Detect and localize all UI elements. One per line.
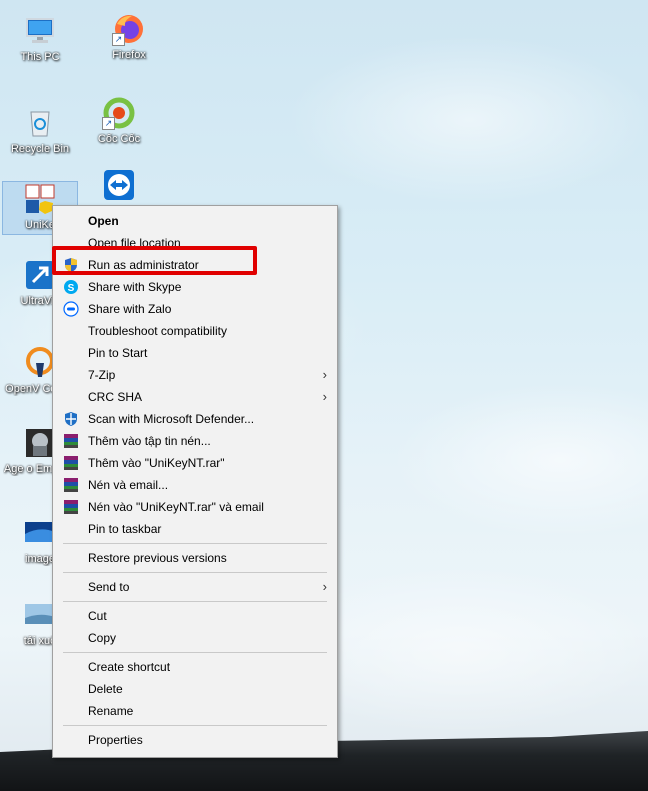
menu-item-label: Pin to Start bbox=[88, 346, 148, 360]
desktop-icon-label: Recycle Bin bbox=[10, 143, 70, 155]
menu-item-run-as-administrator[interactable]: Run as administrator bbox=[53, 254, 337, 276]
coc-coc-icon: ↗ bbox=[102, 96, 136, 130]
menu-item-label: Nén và email... bbox=[88, 478, 169, 492]
menu-item-label: CRC SHA bbox=[88, 390, 143, 404]
menu-item-troubleshoot-compatibility[interactable]: Troubleshoot compatibility bbox=[53, 320, 337, 342]
svg-text:S: S bbox=[68, 283, 75, 294]
defender-icon bbox=[63, 411, 79, 427]
desktop-icon-label: Cốc Cốc bbox=[97, 133, 141, 145]
menu-item-winrar-compress-rar-email[interactable]: Nén vào "UniKeyNT.rar" và email bbox=[53, 496, 337, 518]
uac-shield-icon bbox=[63, 257, 79, 273]
menu-item-label: Cut bbox=[88, 609, 107, 623]
menu-item-label: Rename bbox=[88, 704, 134, 718]
teamviewer-icon bbox=[102, 168, 136, 202]
menu-item-crc-sha[interactable]: CRC SHA › bbox=[53, 386, 337, 408]
menu-item-label: Troubleshoot compatibility bbox=[88, 324, 227, 338]
menu-item-label: Send to bbox=[88, 580, 130, 594]
menu-item-share-with-skype[interactable]: S Share with Skype bbox=[53, 276, 337, 298]
menu-item-cut[interactable]: Cut bbox=[53, 605, 337, 627]
menu-item-create-shortcut[interactable]: Create shortcut bbox=[53, 656, 337, 678]
menu-item-restore-previous-versions[interactable]: Restore previous versions bbox=[53, 547, 337, 569]
skype-icon: S bbox=[63, 279, 79, 295]
chevron-right-icon: › bbox=[322, 389, 327, 404]
menu-item-label: Pin to taskbar bbox=[88, 522, 162, 536]
menu-item-label: Create shortcut bbox=[88, 660, 171, 674]
winrar-icon bbox=[63, 477, 79, 493]
menu-separator bbox=[63, 652, 327, 653]
menu-item-label: Run as administrator bbox=[88, 258, 199, 272]
menu-item-delete[interactable]: Delete bbox=[53, 678, 337, 700]
desktop-icon-this-pc[interactable]: This PC bbox=[3, 14, 77, 64]
menu-item-pin-to-start[interactable]: Pin to Start bbox=[53, 342, 337, 364]
computer-icon bbox=[23, 14, 57, 48]
menu-item-properties[interactable]: Properties bbox=[53, 729, 337, 751]
menu-item-label: Copy bbox=[88, 631, 117, 645]
menu-item-open-file-location[interactable]: Open file location bbox=[53, 232, 337, 254]
menu-item-copy[interactable]: Copy bbox=[53, 627, 337, 649]
chevron-right-icon: › bbox=[322, 367, 327, 382]
menu-separator bbox=[63, 543, 327, 544]
menu-item-label: Nén vào "UniKeyNT.rar" và email bbox=[88, 500, 264, 514]
firefox-icon: ↗ bbox=[112, 12, 146, 46]
menu-item-winrar-compress-email[interactable]: Nén và email... bbox=[53, 474, 337, 496]
desktop-icon-label: This PC bbox=[20, 51, 60, 63]
desktop-icon-recycle-bin[interactable]: Recycle Bin bbox=[3, 106, 77, 156]
menu-item-label: Delete bbox=[88, 682, 123, 696]
chevron-right-icon: › bbox=[322, 579, 327, 594]
winrar-icon bbox=[63, 433, 79, 449]
shortcut-arrow-icon: ↗ bbox=[102, 117, 115, 130]
winrar-icon bbox=[63, 499, 79, 515]
context-menu: Open Open file location Run as administr… bbox=[52, 205, 338, 758]
menu-item-label: Open file location bbox=[88, 236, 181, 250]
menu-item-open[interactable]: Open bbox=[53, 210, 337, 232]
menu-item-label: Thêm vào "UniKeyNT.rar" bbox=[88, 456, 225, 470]
menu-item-rename[interactable]: Rename bbox=[53, 700, 337, 722]
menu-separator bbox=[63, 601, 327, 602]
menu-item-label: Share with Zalo bbox=[88, 302, 172, 316]
desktop-icon-coc-coc[interactable]: ↗ Cốc Cốc bbox=[82, 96, 156, 146]
recycle-bin-icon bbox=[23, 106, 57, 140]
desktop-icon-teamviewer[interactable] bbox=[82, 168, 156, 205]
menu-item-label: Thêm vào tập tin nén... bbox=[88, 434, 211, 448]
menu-separator bbox=[63, 572, 327, 573]
menu-item-7-zip[interactable]: 7-Zip › bbox=[53, 364, 337, 386]
zalo-icon bbox=[63, 301, 79, 317]
menu-item-label: Share with Skype bbox=[88, 280, 182, 294]
menu-item-scan-with-defender[interactable]: Scan with Microsoft Defender... bbox=[53, 408, 337, 430]
menu-item-pin-to-taskbar[interactable]: Pin to taskbar bbox=[53, 518, 337, 540]
menu-item-winrar-add-to-rar[interactable]: Thêm vào "UniKeyNT.rar" bbox=[53, 452, 337, 474]
shortcut-arrow-icon: ↗ bbox=[112, 33, 125, 46]
menu-separator bbox=[63, 725, 327, 726]
winrar-icon bbox=[63, 455, 79, 471]
desktop-icon-firefox[interactable]: ↗ Firefox bbox=[92, 12, 166, 62]
menu-item-label: Restore previous versions bbox=[88, 551, 227, 565]
menu-item-label: Properties bbox=[88, 733, 143, 747]
menu-item-winrar-add-archive[interactable]: Thêm vào tập tin nén... bbox=[53, 430, 337, 452]
menu-item-label: Scan with Microsoft Defender... bbox=[88, 412, 255, 426]
desktop-icon-label: Firefox bbox=[112, 49, 146, 61]
menu-item-share-with-zalo[interactable]: Share with Zalo bbox=[53, 298, 337, 320]
menu-item-label: 7-Zip bbox=[88, 368, 116, 382]
menu-item-send-to[interactable]: Send to › bbox=[53, 576, 337, 598]
menu-item-label: Open bbox=[88, 214, 119, 228]
